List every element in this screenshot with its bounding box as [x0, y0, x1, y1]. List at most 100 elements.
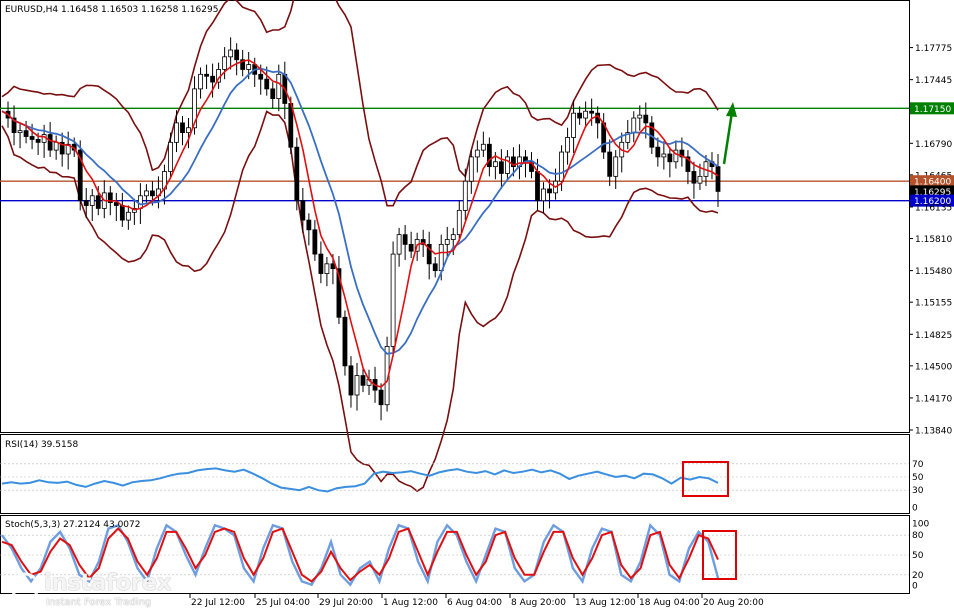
candle-body	[222, 56, 228, 70]
candle-body	[571, 112, 576, 138]
candle-body	[144, 190, 149, 197]
candle-body	[174, 122, 179, 143]
y-tick-label: 1.16790	[915, 140, 952, 150]
candle-body	[474, 149, 480, 158]
rsi-label: RSI(14) 39.5158	[5, 440, 78, 450]
candle-body	[613, 156, 619, 177]
x-tick-label: 22 Jul 12:00	[191, 598, 245, 608]
candle-body	[234, 49, 240, 61]
rsi-level-label: 50	[912, 473, 924, 483]
candle-body	[661, 153, 667, 158]
stoch-level-label: 20	[912, 571, 924, 581]
candle-body	[450, 234, 456, 240]
candle-body	[643, 114, 649, 124]
y-tick-label: 1.17445	[915, 76, 952, 86]
candle-body	[667, 153, 673, 163]
symbol-info: EURUSD,H4 1.16458 1.16503 1.16258 1.1629…	[5, 5, 218, 15]
x-tick-label: 13 Aug 12:00	[575, 598, 636, 608]
candle-body	[186, 127, 191, 134]
y-tick-label: 1.17775	[915, 44, 952, 54]
candle-body	[246, 64, 252, 70]
candle-body	[53, 141, 59, 151]
candle-body	[565, 137, 570, 153]
candle-body	[691, 171, 697, 184]
candle-body	[444, 239, 450, 245]
candle-body	[396, 234, 402, 255]
rsi-panel	[0, 434, 910, 514]
candle-body	[180, 122, 185, 134]
y-tick-label: 1.14170	[915, 394, 952, 404]
rsi-level-label: 70	[912, 460, 924, 470]
time-axis: 22 Jul 12:00 25 Jul 04:00 29 Jul 20:00 1 Au…	[189, 594, 764, 608]
candle-body	[456, 209, 462, 236]
x-tick-label: 6 Aug 04:00	[447, 598, 502, 608]
x-tick-label: 20 Aug 20:00	[703, 598, 764, 608]
candle-body	[583, 110, 589, 119]
candle-body	[324, 263, 330, 274]
candle-body	[137, 195, 143, 209]
x-tick-label: 1 Aug 12:00	[383, 598, 438, 608]
y-tick-label: 1.13840	[915, 427, 952, 437]
candle-body	[168, 141, 173, 172]
candle-body	[83, 200, 89, 206]
y-tick-label: 1.14825	[915, 331, 952, 341]
instaforex-logo: instaforex Instant Forex Trading	[8, 568, 180, 612]
price-axis: 1.177751.174451.171501.167901.164651.164…	[909, 44, 954, 437]
instaforex-mark-icon	[10, 572, 40, 602]
candle-body	[119, 205, 125, 221]
candle-body	[294, 146, 300, 202]
candle-body	[125, 211, 131, 221]
stoch-level-label: 50	[912, 551, 924, 561]
rsi-level-label: 30	[912, 486, 924, 496]
candle-body	[498, 161, 504, 174]
candle-body	[486, 143, 492, 168]
brand-tagline: Instant Forex Trading	[46, 597, 152, 608]
candle-body	[480, 143, 486, 151]
candle-body	[95, 195, 101, 209]
candle-body	[258, 73, 264, 80]
candle-body	[589, 110, 595, 114]
stoch-label: Stoch(5,3,3) 27.2124 43.0072	[5, 520, 140, 530]
candle-body	[300, 200, 306, 221]
candle-body	[390, 253, 396, 347]
candle-body	[468, 156, 474, 182]
y-tick-label: 1.15480	[915, 267, 952, 277]
candle-body	[342, 316, 348, 367]
candle-body	[23, 130, 29, 137]
chart-canvas: 7050300 1008050200 1.177751.174451.17150…	[0, 0, 954, 608]
y-tick-label: 1.15810	[915, 235, 952, 245]
candle-body	[715, 166, 721, 192]
candle-body	[29, 136, 35, 140]
candle-body	[378, 389, 384, 406]
candle-body	[492, 161, 498, 168]
candle-body	[35, 139, 41, 143]
candle-body	[348, 365, 354, 396]
candle-body	[312, 229, 318, 255]
rsi-level-label: 0	[912, 503, 918, 513]
candle-body	[17, 130, 23, 134]
candle-body	[559, 151, 564, 182]
candle-body	[198, 73, 203, 90]
candle-body	[577, 112, 583, 119]
x-tick-label: 18 Aug 04:00	[639, 598, 700, 608]
x-tick-label: 29 Jul 20:00	[319, 598, 373, 608]
candle-body	[655, 146, 661, 158]
y-tick-label: 1.14500	[915, 362, 952, 372]
candle-body	[505, 156, 510, 174]
level-label: 1.17150	[914, 105, 951, 115]
x-tick-label: 8 Aug 20:00	[511, 598, 566, 608]
candle-body	[462, 180, 468, 211]
candle-body	[264, 78, 270, 90]
candle-body	[228, 49, 234, 58]
candle-body	[354, 375, 360, 396]
candle-body	[697, 175, 703, 184]
y-tick-label: 1.16135	[915, 203, 952, 213]
candle-body	[89, 195, 95, 206]
candle-body	[270, 88, 276, 100]
y-tick-label: 1.15155	[915, 299, 952, 309]
candle-body	[360, 375, 366, 386]
candle-body	[547, 188, 552, 194]
candle-body	[150, 190, 155, 197]
candle-body	[607, 151, 613, 177]
stoch-level-label: 100	[912, 519, 929, 529]
